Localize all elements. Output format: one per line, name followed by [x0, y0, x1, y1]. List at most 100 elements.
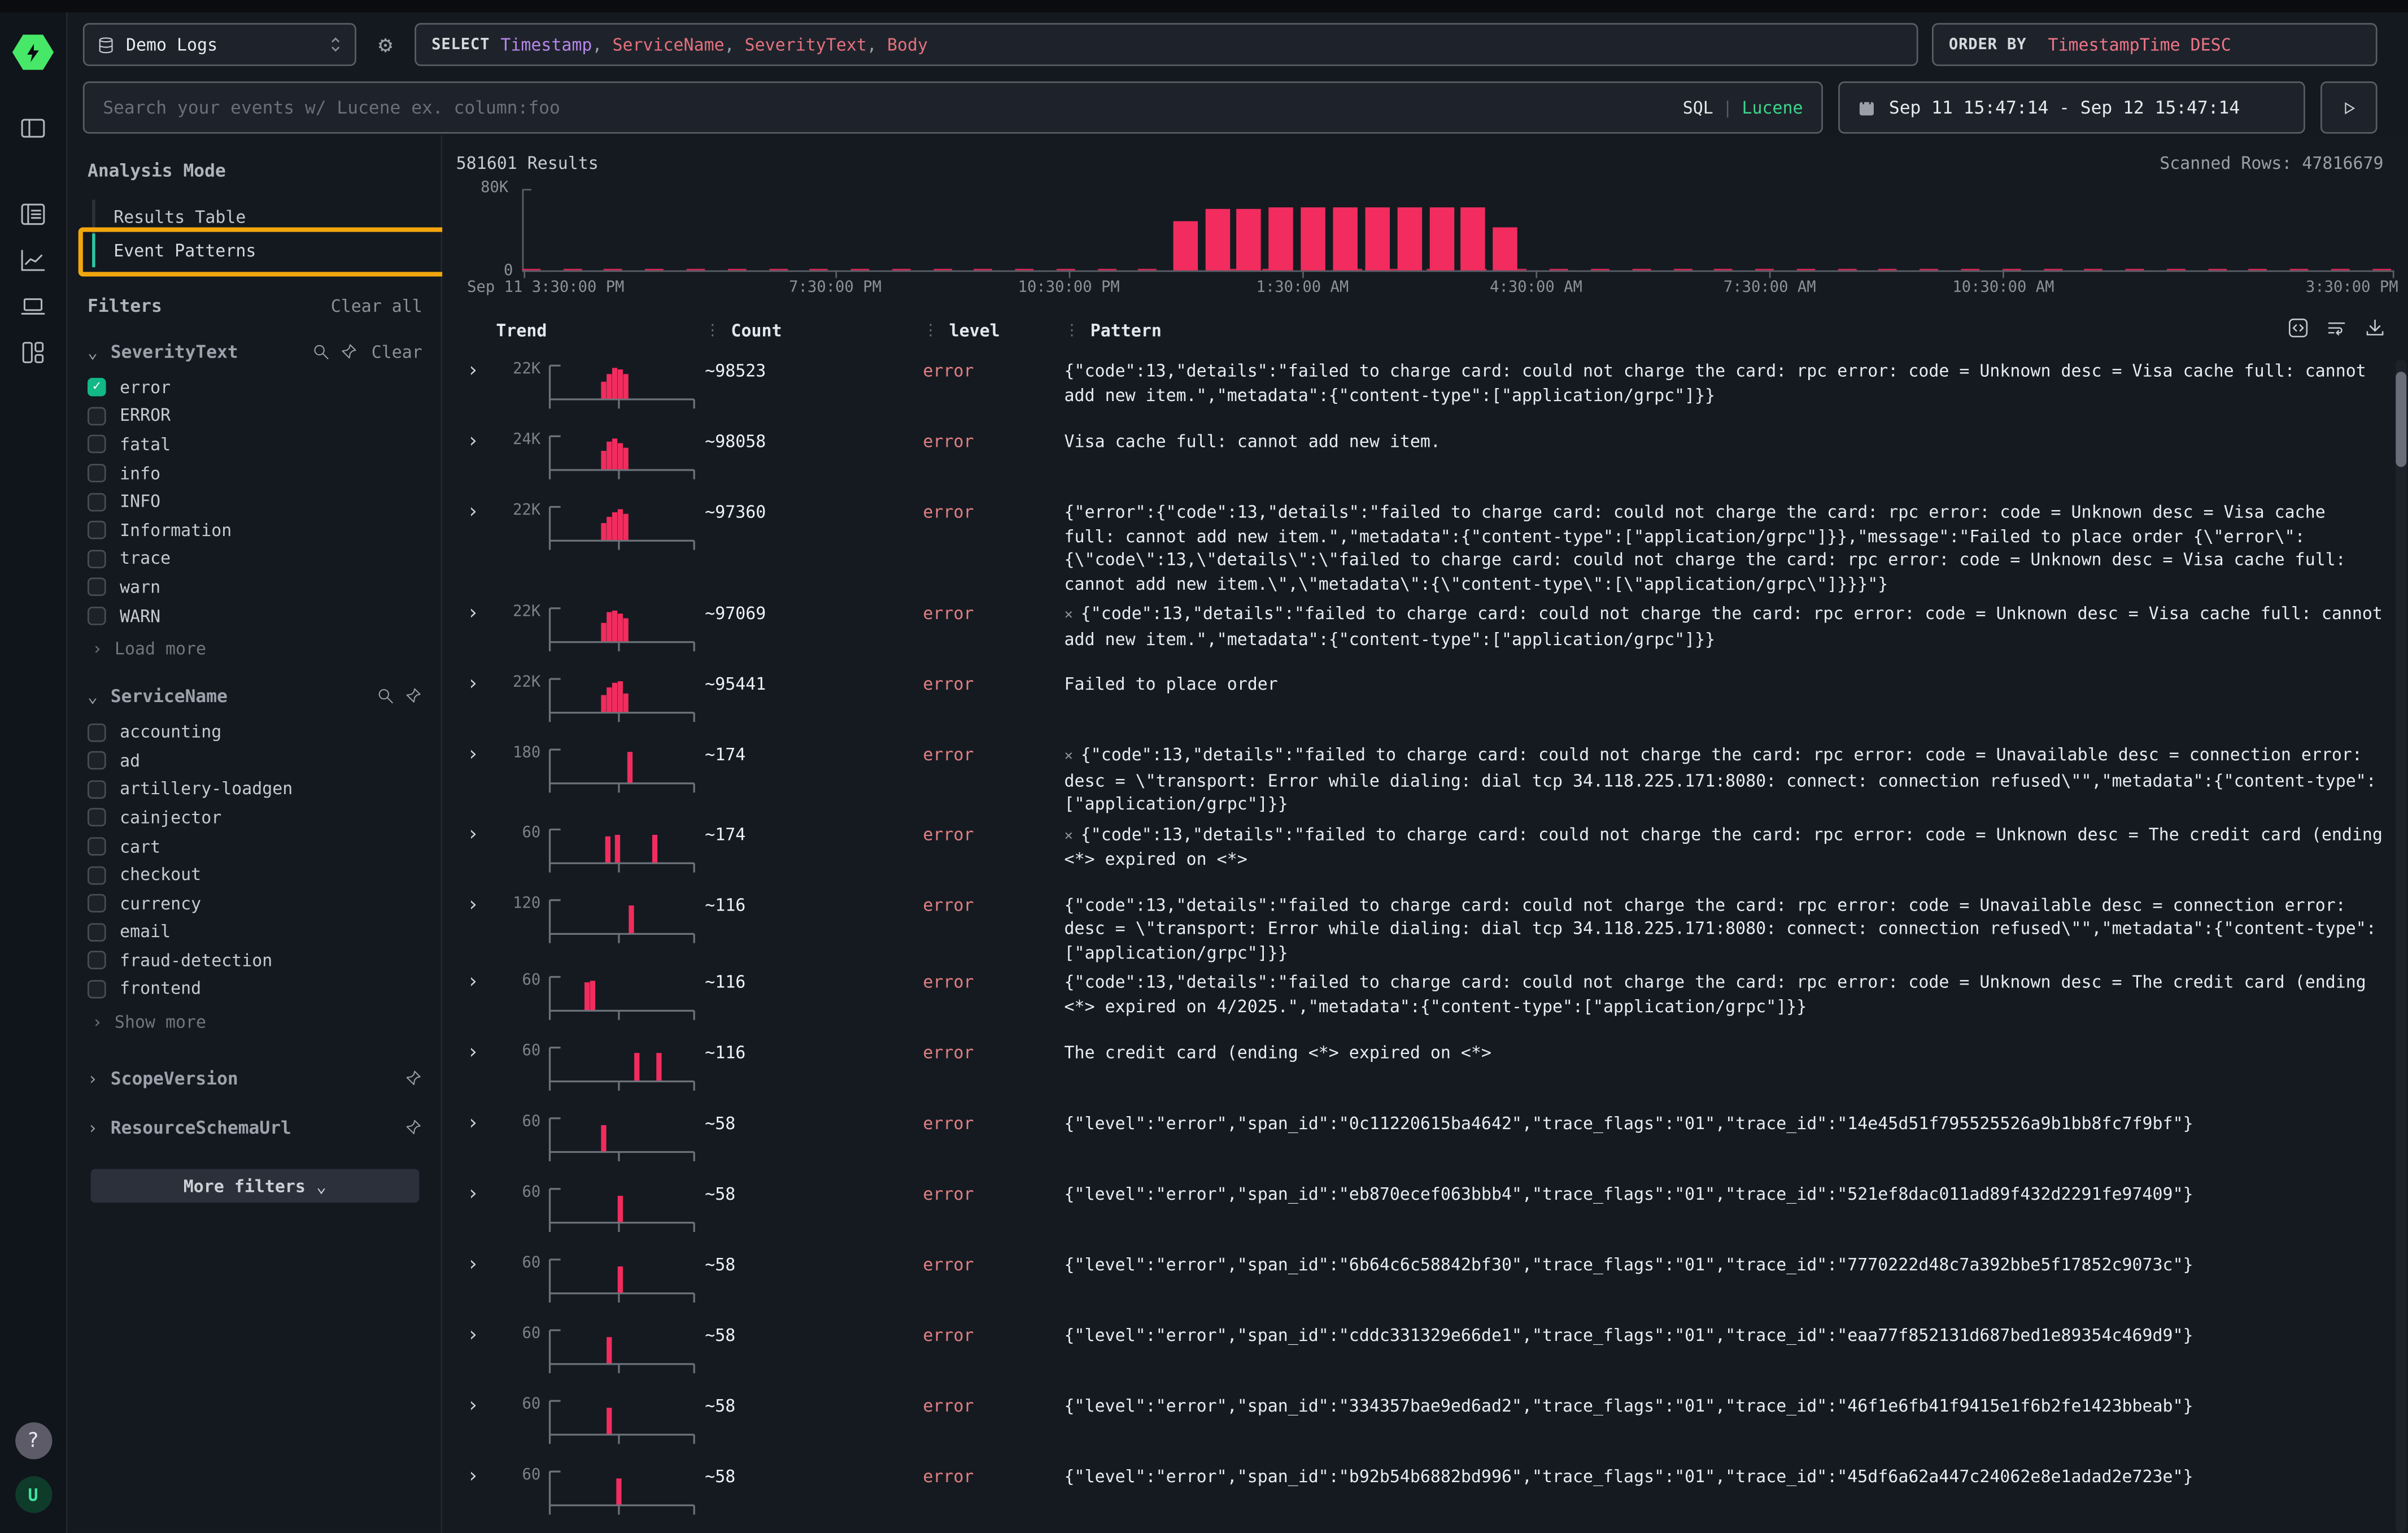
search-input[interactable]: Search your events w/ Lucene ex. column:… [83, 81, 1823, 133]
app-logo-icon[interactable] [12, 32, 54, 72]
service-option-ad[interactable]: ad [88, 746, 422, 775]
analysis-mode-event-patterns[interactable]: Event Patterns [92, 233, 422, 267]
checkbox[interactable] [88, 435, 106, 454]
sidebar-toggle-icon[interactable] [18, 112, 48, 143]
run-query-button[interactable] [2320, 81, 2378, 133]
checkbox[interactable] [88, 578, 106, 597]
checkbox[interactable] [88, 837, 106, 856]
expand-row-chevron-icon[interactable]: › [456, 893, 496, 964]
checkbox[interactable] [88, 866, 106, 885]
checkbox[interactable] [88, 894, 106, 913]
column-header-count[interactable]: ⋮Count [705, 321, 923, 341]
histogram-bar[interactable] [1173, 221, 1198, 270]
pin-filter-icon[interactable] [402, 1069, 422, 1088]
service-option-checkout[interactable]: checkout [88, 861, 422, 890]
pattern-cell[interactable]: {"level":"error","span_id":"eb870ecef063… [1065, 1183, 2408, 1247]
time-range-picker[interactable]: Sep 11 15:47:14 - Sep 12 15:47:14 [1838, 81, 2305, 133]
expand-row-chevron-icon[interactable]: › [456, 1042, 496, 1106]
severity-option-Information[interactable]: Information [88, 516, 422, 545]
service-option-fraud-detection[interactable]: fraud-detection [88, 946, 422, 975]
severity-option-error[interactable]: ✓error [88, 373, 422, 402]
expand-row-chevron-icon[interactable]: › [456, 1183, 496, 1247]
nav-dashboards-icon[interactable] [18, 337, 48, 367]
column-header-pattern[interactable]: ⋮Pattern [1065, 321, 2316, 341]
service-option-cainjector[interactable]: cainjector [88, 804, 422, 833]
severity-option-info[interactable]: info [88, 459, 422, 488]
expand-row-chevron-icon[interactable]: › [456, 1395, 496, 1459]
expand-row-chevron-icon[interactable]: › [456, 1465, 496, 1530]
pin-filter-icon[interactable] [339, 342, 359, 362]
pin-filter-icon[interactable] [402, 1118, 422, 1138]
histogram-bar[interactable] [1237, 208, 1262, 271]
nav-chart-icon[interactable] [18, 244, 48, 275]
service-option-frontend[interactable]: frontend [88, 975, 422, 1004]
expand-row-chevron-icon[interactable]: › [456, 822, 496, 887]
pattern-cell[interactable]: {"level":"error","span_id":"0c11220615ba… [1065, 1112, 2408, 1177]
download-icon[interactable] [2363, 316, 2387, 344]
checkbox[interactable] [88, 751, 106, 770]
source-settings-gear-icon[interactable]: ⚙ [370, 29, 400, 60]
histogram-bar[interactable] [1334, 207, 1359, 271]
expand-row-chevron-icon[interactable]: › [456, 743, 496, 816]
search-filter-icon[interactable] [312, 342, 331, 362]
severity-option-fatal[interactable]: fatal [88, 430, 422, 459]
histogram-bar[interactable] [1366, 207, 1390, 271]
expand-row-chevron-icon[interactable]: › [456, 1253, 496, 1318]
checkbox[interactable] [88, 780, 106, 799]
clear-severity-button[interactable]: Clear [372, 342, 422, 362]
pattern-cell[interactable]: {"error":{"code":13,"details":"failed to… [1065, 501, 2408, 596]
nav-sessions-icon[interactable] [18, 290, 48, 321]
pattern-cell[interactable]: {"level":"error","span_id":"b92b54b6882b… [1065, 1465, 2408, 1530]
pattern-cell[interactable]: {"code":13,"details":"failed to charge c… [1065, 359, 2408, 424]
language-toggle-sql[interactable]: SQL [1683, 98, 1713, 117]
analysis-mode-results-table[interactable]: Results Table [92, 200, 422, 234]
severity-option-WARN[interactable]: WARN [88, 602, 422, 630]
help-button[interactable]: ? [15, 1422, 51, 1459]
severity-option-trace[interactable]: trace [88, 545, 422, 573]
filter-group-resourceschemaurl[interactable]: › ResourceSchemaUrl [88, 1117, 422, 1139]
pattern-cell[interactable]: ×{"code":13,"details":"failed to charge … [1065, 602, 2408, 667]
search-filter-icon[interactable] [375, 686, 395, 706]
expand-row-chevron-icon[interactable]: › [456, 359, 496, 424]
checkbox[interactable] [88, 521, 106, 540]
expand-row-chevron-icon[interactable]: › [456, 1324, 496, 1388]
severity-load-more[interactable]: ›Load more [92, 637, 422, 661]
pattern-cell[interactable]: {"code":13,"details":"failed to charge c… [1065, 893, 2408, 964]
drag-handle-icon[interactable]: ⋮ [705, 323, 720, 339]
pattern-cell[interactable]: {"level":"error","span_id":"334357bae9ed… [1065, 1395, 2408, 1459]
expand-row-chevron-icon[interactable]: › [456, 673, 496, 737]
pattern-cell[interactable]: {"level":"error","span_id":"cddc331329e6… [1065, 1324, 2408, 1388]
results-histogram[interactable]: 80K 0 Sep 11 3:30:00 PM7:30:00 PM10:30:0… [456, 177, 2399, 300]
order-by-input[interactable]: ORDER BY TimestampTime DESC [1932, 23, 2378, 66]
pattern-cell[interactable]: {"code":13,"details":"failed to charge c… [1065, 971, 2408, 1035]
service-option-email[interactable]: email [88, 918, 422, 947]
drag-handle-icon[interactable]: ⋮ [1065, 323, 1080, 339]
service-option-accounting[interactable]: accounting [88, 718, 422, 747]
pattern-cell[interactable]: {"level":"error","span_id":"6b64c6c58842… [1065, 1253, 2408, 1318]
service-option-currency[interactable]: currency [88, 889, 422, 918]
drag-handle-icon[interactable]: ⋮ [923, 323, 938, 339]
histogram-bar[interactable] [1461, 207, 1486, 271]
scrollbar[interactable] [2396, 359, 2406, 1533]
checkbox[interactable] [88, 464, 106, 482]
severity-option-warn[interactable]: warn [88, 573, 422, 602]
column-header-trend[interactable]: Trend [496, 321, 705, 341]
filter-group-severitytext[interactable]: ⌄ SeverityText Clear [88, 341, 422, 363]
expand-row-chevron-icon[interactable]: › [456, 1112, 496, 1177]
pattern-cell[interactable]: ×{"code":13,"details":"failed to charge … [1065, 822, 2408, 887]
service-option-artillery-loadgen[interactable]: artillery-loadgen [88, 775, 422, 804]
expand-row-chevron-icon[interactable]: › [456, 501, 496, 596]
filter-group-servicename[interactable]: ⌄ ServiceName [88, 686, 422, 707]
histogram-bar[interactable] [1493, 227, 1517, 271]
checkbox[interactable] [88, 809, 106, 828]
scrollbar-thumb[interactable] [2396, 372, 2406, 467]
pin-filter-icon[interactable] [402, 686, 422, 706]
histogram-bar[interactable] [1300, 207, 1325, 271]
expand-row-chevron-icon[interactable]: › [456, 971, 496, 1035]
checkbox-checked[interactable]: ✓ [88, 378, 106, 397]
histogram-bar[interactable] [1429, 207, 1454, 271]
wrap-text-icon[interactable] [2325, 316, 2348, 344]
source-selector[interactable]: Demo Logs [83, 23, 356, 66]
histogram-bar[interactable] [1268, 207, 1293, 271]
checkbox[interactable] [88, 923, 106, 942]
